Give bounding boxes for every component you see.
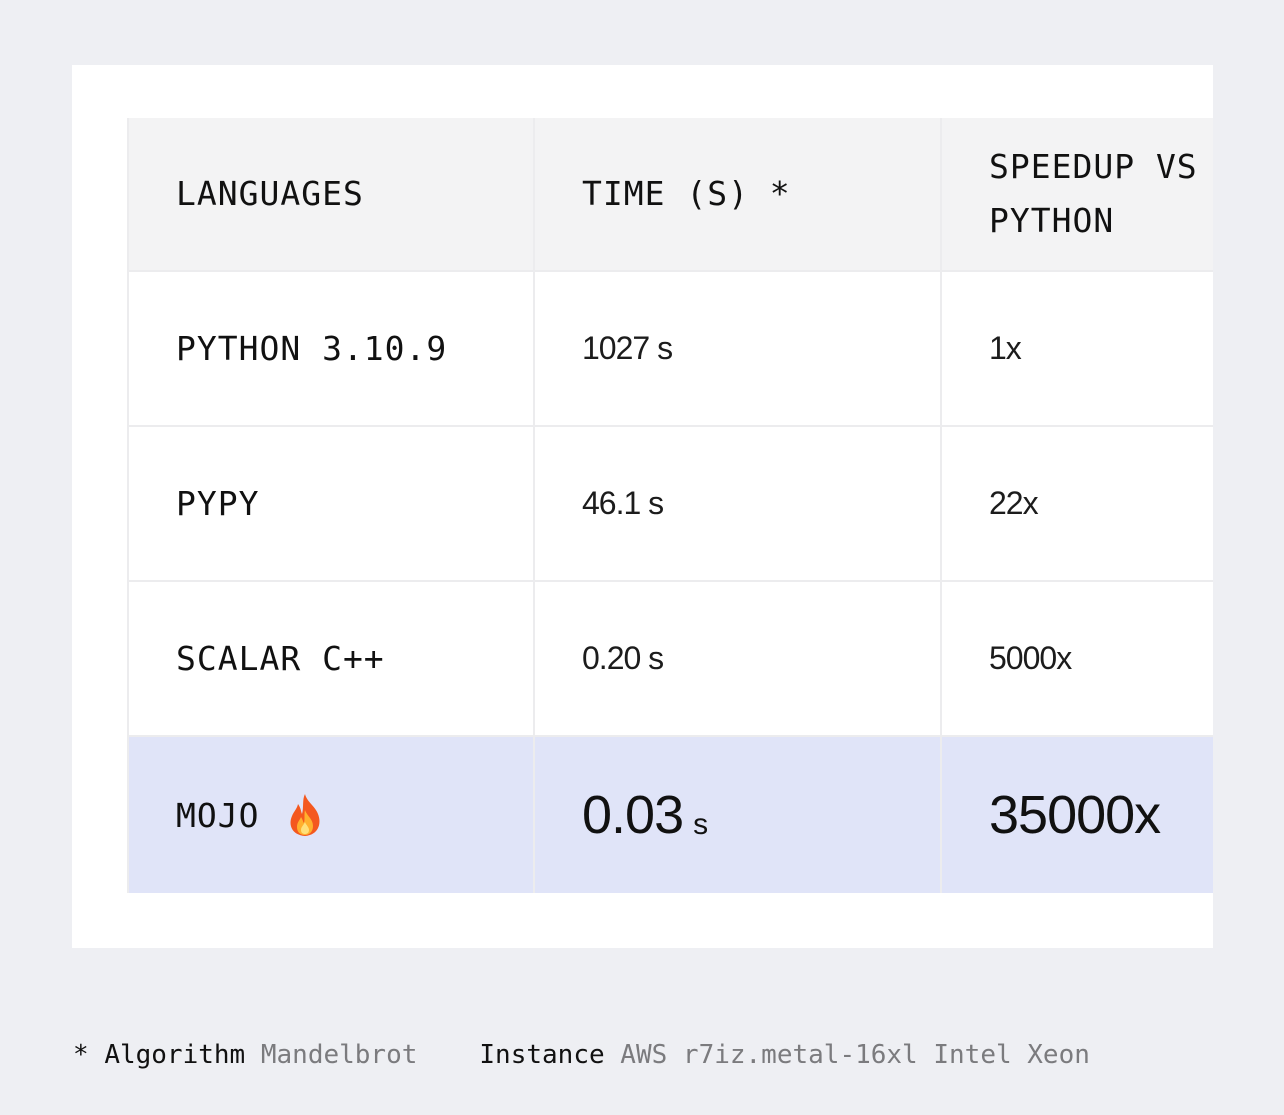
- language-name: SCALAR C++: [176, 639, 385, 678]
- footnote-asterisk: *: [73, 1040, 105, 1070]
- language-name: PYTHON 3.10.9: [176, 329, 448, 368]
- header-languages-label: LANGUAGES: [176, 174, 364, 213]
- instance-value: AWS r7iz.metal-16xl Intel Xeon: [620, 1040, 1090, 1070]
- speedup-value: 35000x: [989, 785, 1161, 845]
- table-row-python-time: 1027 s: [535, 272, 942, 427]
- speedup-value: 1x: [989, 330, 1022, 366]
- instance-label: Instance: [479, 1040, 605, 1070]
- header-speedup-label: SPEEDUP VS PYTHON: [989, 147, 1198, 240]
- table-row-pypy-speedup: 22x: [942, 427, 1213, 582]
- time-value: 1027 s: [582, 330, 673, 366]
- header-speedup: SPEEDUP VS PYTHON: [942, 118, 1213, 272]
- time-unit: s: [693, 808, 709, 841]
- table-row-python-speedup: 1x: [942, 272, 1213, 427]
- language-name: PYPY: [176, 484, 260, 523]
- footnote: * Algorithm Mandelbrot Instance AWS r7iz.…: [73, 1040, 1090, 1070]
- speedup-value: 5000x: [989, 640, 1072, 676]
- table-row-pypy-language: PYPY: [127, 427, 535, 582]
- speedup-value: 22x: [989, 485, 1039, 521]
- algorithm-value: Mandelbrot: [260, 1040, 418, 1070]
- table-row-cpp-time: 0.20 s: [535, 582, 942, 737]
- fire-icon: [285, 792, 325, 838]
- header-time-label: TIME (S) *: [582, 174, 791, 213]
- time-value: 0.20 s: [582, 640, 664, 676]
- header-time: TIME (S) *: [535, 118, 942, 272]
- table-row-mojo-language: MOJO: [127, 737, 535, 893]
- table-row-mojo-time: 0.03 s: [535, 737, 942, 893]
- algorithm-label: Algorithm: [104, 1040, 246, 1070]
- time-value: 46.1 s: [582, 485, 664, 521]
- table-row-pypy-time: 46.1 s: [535, 427, 942, 582]
- results-card: LANGUAGES TIME (S) * SPEEDUP VS PYTHON P…: [72, 65, 1213, 948]
- table-row-cpp-speedup: 5000x: [942, 582, 1213, 737]
- benchmark-table: LANGUAGES TIME (S) * SPEEDUP VS PYTHON P…: [127, 118, 1213, 893]
- table-row-cpp-language: SCALAR C++: [127, 582, 535, 737]
- language-name: MOJO: [176, 795, 260, 835]
- table-row-mojo-speedup: 35000x: [942, 737, 1213, 893]
- header-languages: LANGUAGES: [127, 118, 535, 272]
- table-row-python-language: PYTHON 3.10.9: [127, 272, 535, 427]
- time-value: 0.03: [582, 785, 684, 845]
